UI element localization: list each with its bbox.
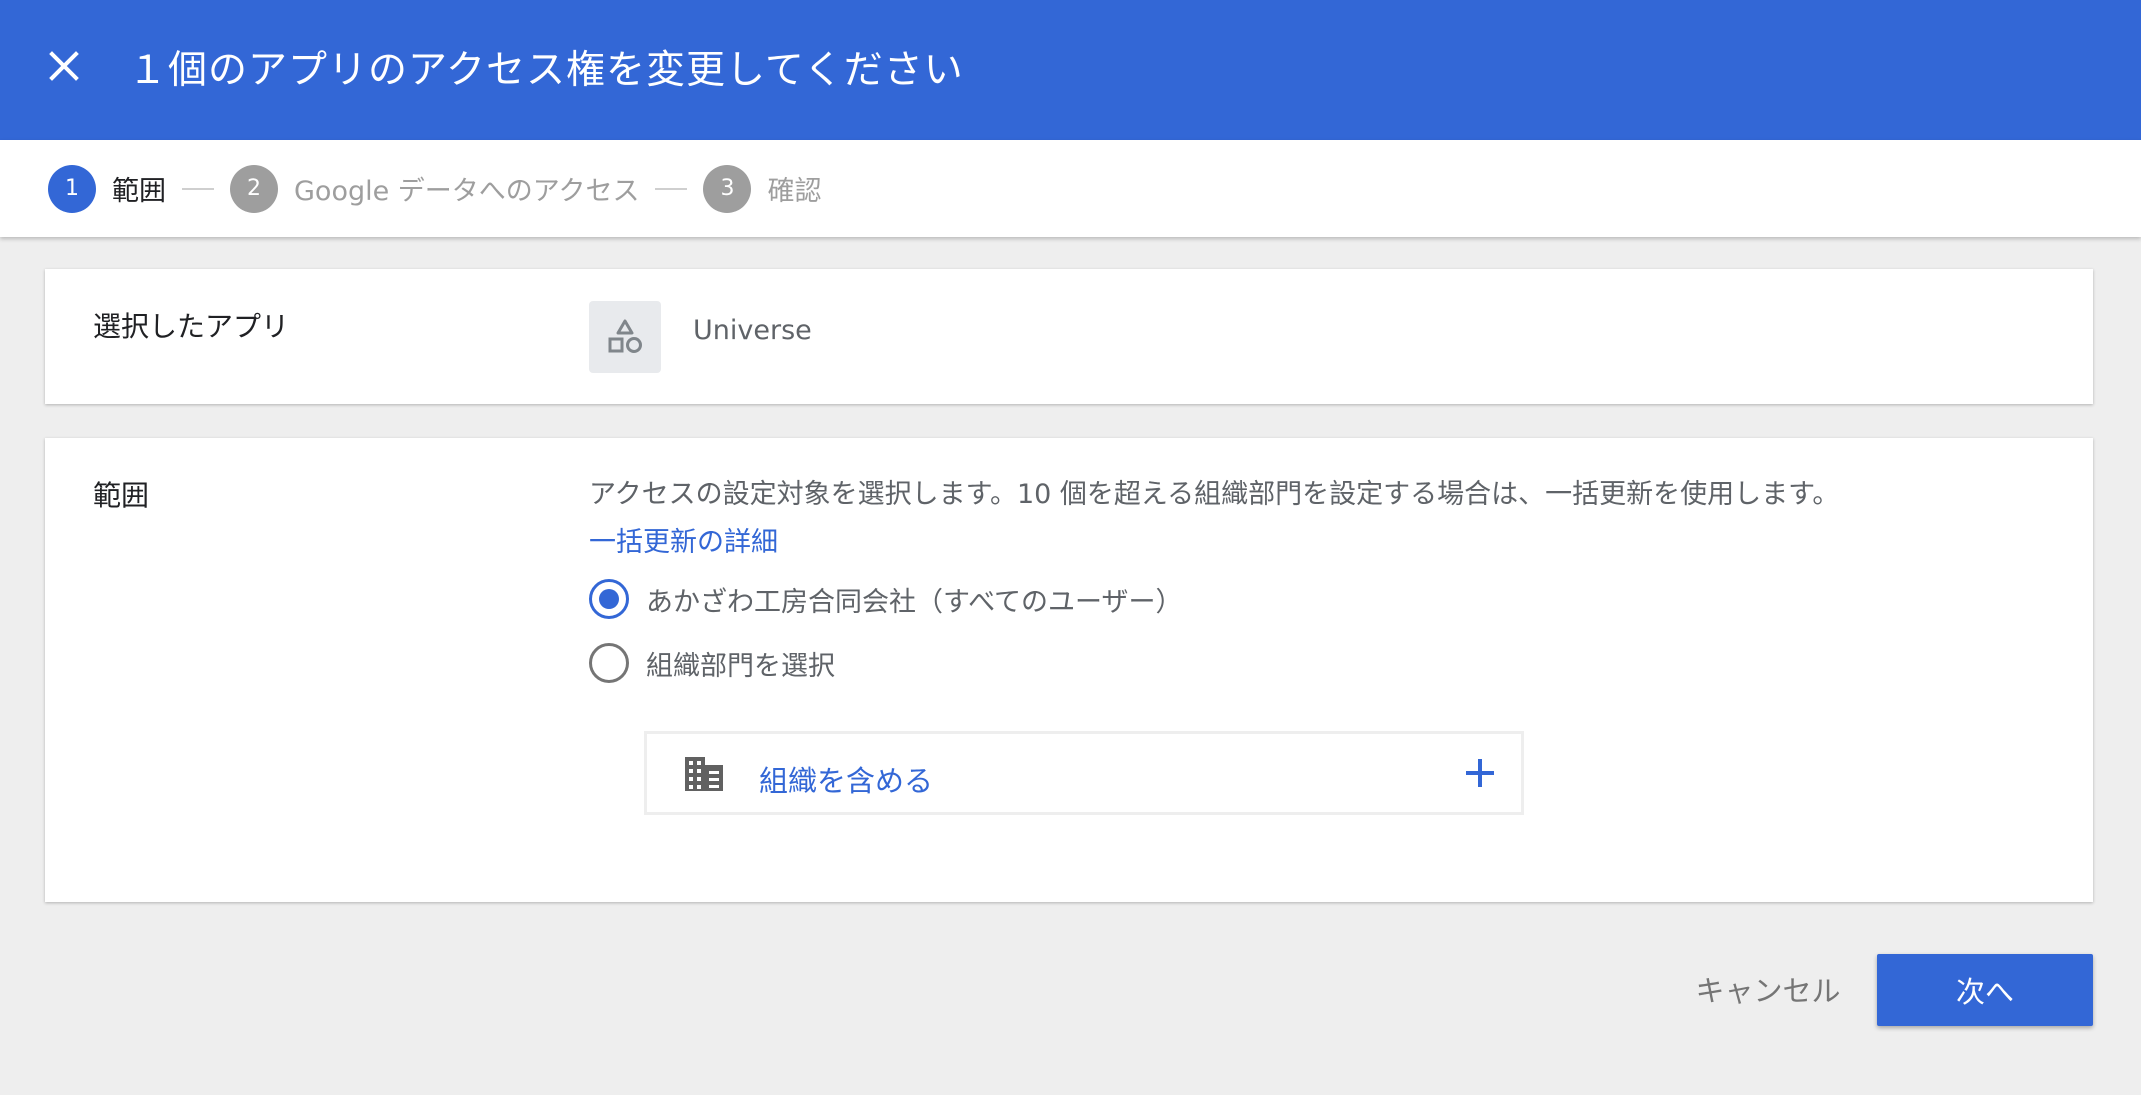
plus-icon[interactable] [1463,756,1497,790]
shapes-icon [608,319,642,353]
radio-button-unchecked[interactable] [589,643,629,683]
page-title: １個のアプリのアクセス権を変更してください [128,48,964,93]
radio-select-org-unit[interactable]: 組織部門を選択 [589,643,835,683]
radio-all-users[interactable]: あかざわ工房合同会社（すべてのユーザー） [589,579,1183,619]
scope-description: アクセスの設定対象を選択します。10 個を超える組織部門を設定する場合は、一括更… [589,479,1840,510]
building-icon [685,757,723,791]
scope-card: 範囲 アクセスの設定対象を選択します。10 個を超える組織部門を設定する場合は、… [45,438,2093,902]
app-icon [589,301,661,373]
radio-dot [599,589,619,609]
step-number-1: 1 [48,164,96,213]
include-organization-button[interactable]: 組織を含める [644,731,1524,815]
close-button[interactable] [44,46,84,86]
app-name: Universe [693,315,812,346]
stepper: 1 範囲 2 Google データへのアクセス 3 確認 [0,140,2141,237]
step-confirm: 3 確認 [703,164,822,213]
radio-button-checked[interactable] [589,579,629,619]
radio-label-all-users: あかざわ工房合同会社（すべてのユーザー） [646,586,1183,618]
step-separator [182,187,214,190]
step-number-3: 3 [703,164,752,213]
radio-label-select-org-unit: 組織部門を選択 [646,650,835,682]
step-label-confirm: 確認 [767,176,822,207]
selected-app-label: 選択したアプリ [93,310,290,343]
close-icon [49,51,79,81]
cancel-button[interactable]: キャンセル [1680,954,1856,1024]
step-separator [655,187,688,190]
scope-label: 範囲 [93,479,150,512]
next-button[interactable]: 次へ [1877,954,2093,1026]
step-label-google-data-access: Google データへのアクセス [294,176,640,207]
header-bar: １個のアプリのアクセス権を変更してください [0,0,2141,140]
include-organization-label: 組織を含める [759,764,934,798]
step-number-2: 2 [230,164,278,213]
bulk-update-details-link[interactable]: 一括更新の詳細 [589,520,778,559]
step-google-data-access: 2 Google データへのアクセス [230,164,640,213]
step-scope: 1 範囲 [48,164,166,213]
step-label-scope: 範囲 [112,176,166,207]
selected-app-card: 選択したアプリ Universe [45,269,2093,404]
